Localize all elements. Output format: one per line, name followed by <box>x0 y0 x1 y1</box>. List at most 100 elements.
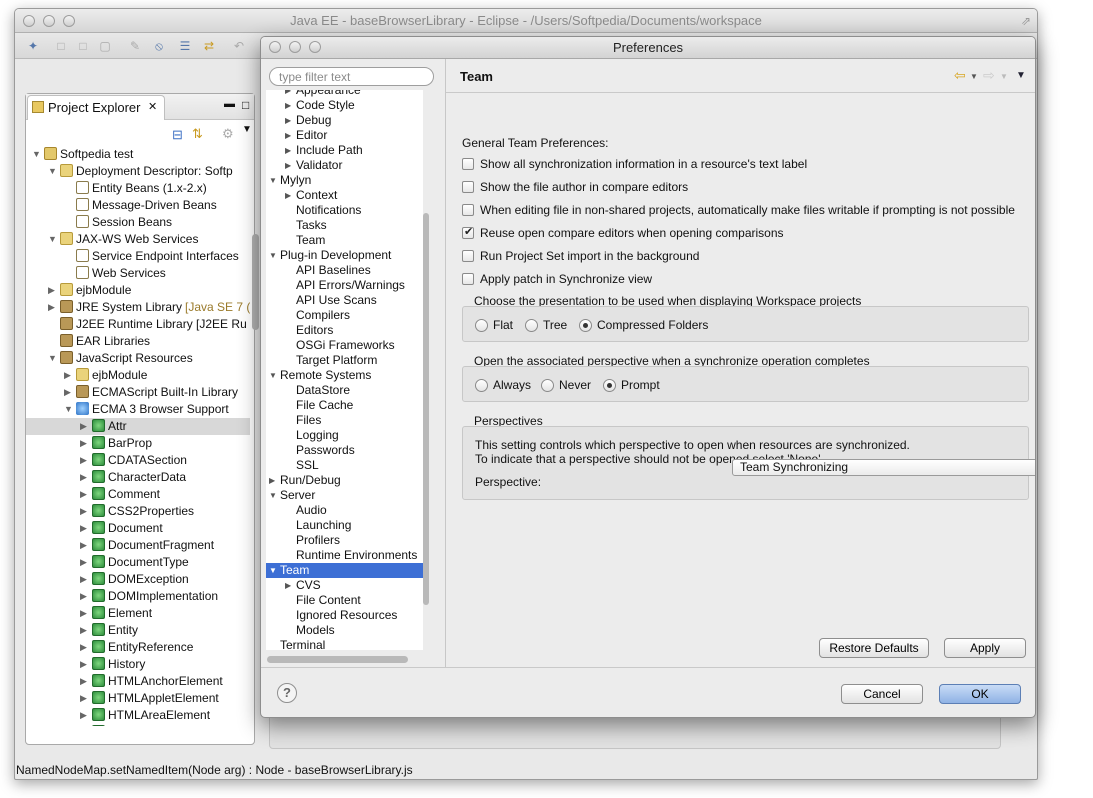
presentation-radio-0[interactable] <box>475 319 488 332</box>
collapsed-arrow-icon[interactable]: ▶ <box>64 384 74 401</box>
pref-tree-item[interactable]: Tasks <box>266 218 423 233</box>
tree-item[interactable]: ▶ HTMLAppletElement <box>26 690 250 707</box>
close-window-button[interactable] <box>23 15 35 27</box>
tree-item[interactable]: ▶ CDATASection <box>26 452 250 469</box>
back-history-icon[interactable]: ▼ <box>970 72 978 81</box>
expanded-arrow-icon[interactable]: ▼ <box>269 368 277 383</box>
tree-item[interactable]: ▶ History <box>26 656 250 673</box>
cancel-button[interactable]: Cancel <box>841 684 923 704</box>
pref-tree-item[interactable]: Notifications <box>266 203 423 218</box>
pref-tree-item[interactable]: Launching <box>266 518 423 533</box>
pref-tree-item[interactable]: Ignored Resources <box>266 608 423 623</box>
minimize-view-icon[interactable]: ▬ <box>224 98 235 110</box>
tree-item[interactable]: ▶ Attr <box>26 418 250 435</box>
collapsed-arrow-icon[interactable]: ▶ <box>285 143 291 158</box>
forward-history-icon[interactable]: ▼ <box>1000 72 1008 81</box>
pref-tree-item[interactable]: API Use Scans <box>266 293 423 308</box>
pref-tree-item[interactable]: Editors <box>266 323 423 338</box>
pref-tree-item[interactable]: ▶ Appearance <box>266 90 423 98</box>
pref-tree-item[interactable]: File Content <box>266 593 423 608</box>
hierarchy-icon[interactable]: ⇄ <box>201 38 217 54</box>
tree-item[interactable]: ▼ JAX-WS Web Services <box>26 231 250 248</box>
new-icon[interactable]: ✦ <box>25 38 41 54</box>
pref-tree-item[interactable]: API Errors/Warnings <box>266 278 423 293</box>
pref-tree-item[interactable]: SSL <box>266 458 423 473</box>
collapsed-arrow-icon[interactable]: ▶ <box>80 656 90 673</box>
pref-tree-item[interactable]: ▶ Include Path <box>266 143 423 158</box>
save-all-icon[interactable]: □ <box>75 38 91 54</box>
tree-item[interactable]: ▶ JRE System Library [Java SE 7 ( <box>26 299 250 316</box>
ok-button[interactable]: OK <box>939 684 1021 704</box>
preferences-tree-vertical-scrollbar[interactable] <box>423 213 429 605</box>
option-1-checkbox[interactable] <box>462 181 474 193</box>
restore-defaults-button[interactable]: Restore Defaults <box>819 638 929 658</box>
pref-tree-item[interactable]: Runtime Environments <box>266 548 423 563</box>
collapsed-arrow-icon[interactable]: ▶ <box>80 486 90 503</box>
tree-item[interactable]: ▶ DOMImplementation <box>26 588 250 605</box>
pref-tree-item[interactable]: ▼ Mylyn <box>266 173 423 188</box>
dialog-close-button[interactable] <box>269 41 281 53</box>
zoom-window-button[interactable] <box>63 15 75 27</box>
collapsed-arrow-icon[interactable]: ▶ <box>285 98 291 113</box>
edit-icon[interactable]: ✎ <box>127 38 143 54</box>
collapsed-arrow-icon[interactable]: ▶ <box>48 282 58 299</box>
pref-tree-item[interactable]: Profilers <box>266 533 423 548</box>
collapsed-arrow-icon[interactable]: ▶ <box>80 690 90 707</box>
pref-tree-item[interactable]: Logging <box>266 428 423 443</box>
collapsed-arrow-icon[interactable]: ▶ <box>80 418 90 435</box>
tree-item[interactable]: ▶ BarProp <box>26 435 250 452</box>
page-menu-icon[interactable]: ▼ <box>1016 70 1026 81</box>
dialog-zoom-button[interactable] <box>309 41 321 53</box>
collapsed-arrow-icon[interactable]: ▶ <box>80 622 90 639</box>
view-menu-icon[interactable]: ▼ <box>242 124 252 135</box>
tree-item[interactable]: ▶ EntityReference <box>26 639 250 656</box>
open-perspective-radio-0[interactable] <box>475 379 488 392</box>
help-icon[interactable]: ? <box>277 683 297 703</box>
collapsed-arrow-icon[interactable]: ▶ <box>80 554 90 571</box>
link-with-editor-icon[interactable]: ⇅ <box>192 126 203 142</box>
tree-item[interactable]: ▶ Comment <box>26 486 250 503</box>
forward-arrow-icon[interactable]: ⇨ <box>983 67 995 84</box>
tree-item[interactable]: Service Endpoint Interfaces <box>26 248 250 265</box>
pref-tree-item[interactable]: ▼ Server <box>266 488 423 503</box>
tree-item[interactable]: ▶ HTMLBaseElement <box>26 724 250 726</box>
option-4-checkbox[interactable] <box>462 250 474 262</box>
pref-tree-item[interactable]: API Baselines <box>266 263 423 278</box>
collapsed-arrow-icon[interactable]: ▶ <box>80 520 90 537</box>
collapsed-arrow-icon[interactable]: ▶ <box>80 707 90 724</box>
collapsed-arrow-icon[interactable]: ▶ <box>80 571 90 588</box>
tree-item[interactable]: ▶ HTMLAreaElement <box>26 707 250 724</box>
expanded-arrow-icon[interactable]: ▼ <box>64 401 74 418</box>
tree-item[interactable]: ▶ CharacterData <box>26 469 250 486</box>
open-perspective-radio-2[interactable] <box>603 379 616 392</box>
collapsed-arrow-icon[interactable]: ▶ <box>80 503 90 520</box>
expanded-arrow-icon[interactable]: ▼ <box>269 488 277 503</box>
pref-tree-item[interactable]: ▶ Validator <box>266 158 423 173</box>
tree-item[interactable]: ▶ HTMLAnchorElement <box>26 673 250 690</box>
collapsed-arrow-icon[interactable]: ▶ <box>48 299 58 316</box>
expanded-arrow-icon[interactable]: ▼ <box>269 173 277 188</box>
tree-item[interactable]: ▶ DocumentFragment <box>26 537 250 554</box>
tree-item[interactable]: Message-Driven Beans <box>26 197 250 214</box>
presentation-radio-1[interactable] <box>525 319 538 332</box>
filters-icon[interactable]: ⚙ <box>222 126 234 142</box>
option-0-checkbox[interactable] <box>462 158 474 170</box>
expanded-arrow-icon[interactable]: ▼ <box>32 146 42 163</box>
tree-item[interactable]: J2EE Runtime Library [J2EE Ru <box>26 316 250 333</box>
option-2-checkbox[interactable] <box>462 204 474 216</box>
pref-tree-item[interactable]: ▶ Editor <box>266 128 423 143</box>
collapsed-arrow-icon[interactable]: ▶ <box>80 724 90 726</box>
pref-tree-item[interactable]: Target Platform <box>266 353 423 368</box>
collapsed-arrow-icon[interactable]: ▶ <box>269 473 275 488</box>
tab-project-explorer[interactable]: Project Explorer ✕ <box>27 95 165 120</box>
collapsed-arrow-icon[interactable]: ▶ <box>285 158 291 173</box>
pref-tree-item[interactable]: ▼ Plug-in Development <box>266 248 423 263</box>
fullscreen-icon[interactable]: ⇗ <box>1021 9 1031 33</box>
pref-tree-item[interactable]: Compilers <box>266 308 423 323</box>
collapsed-arrow-icon[interactable]: ▶ <box>80 469 90 486</box>
collapsed-arrow-icon[interactable]: ▶ <box>80 588 90 605</box>
collapsed-arrow-icon[interactable]: ▶ <box>80 639 90 656</box>
tree-item[interactable]: ▶ ejbModule <box>26 367 250 384</box>
dialog-minimize-button[interactable] <box>289 41 301 53</box>
expanded-arrow-icon[interactable]: ▼ <box>269 563 277 578</box>
